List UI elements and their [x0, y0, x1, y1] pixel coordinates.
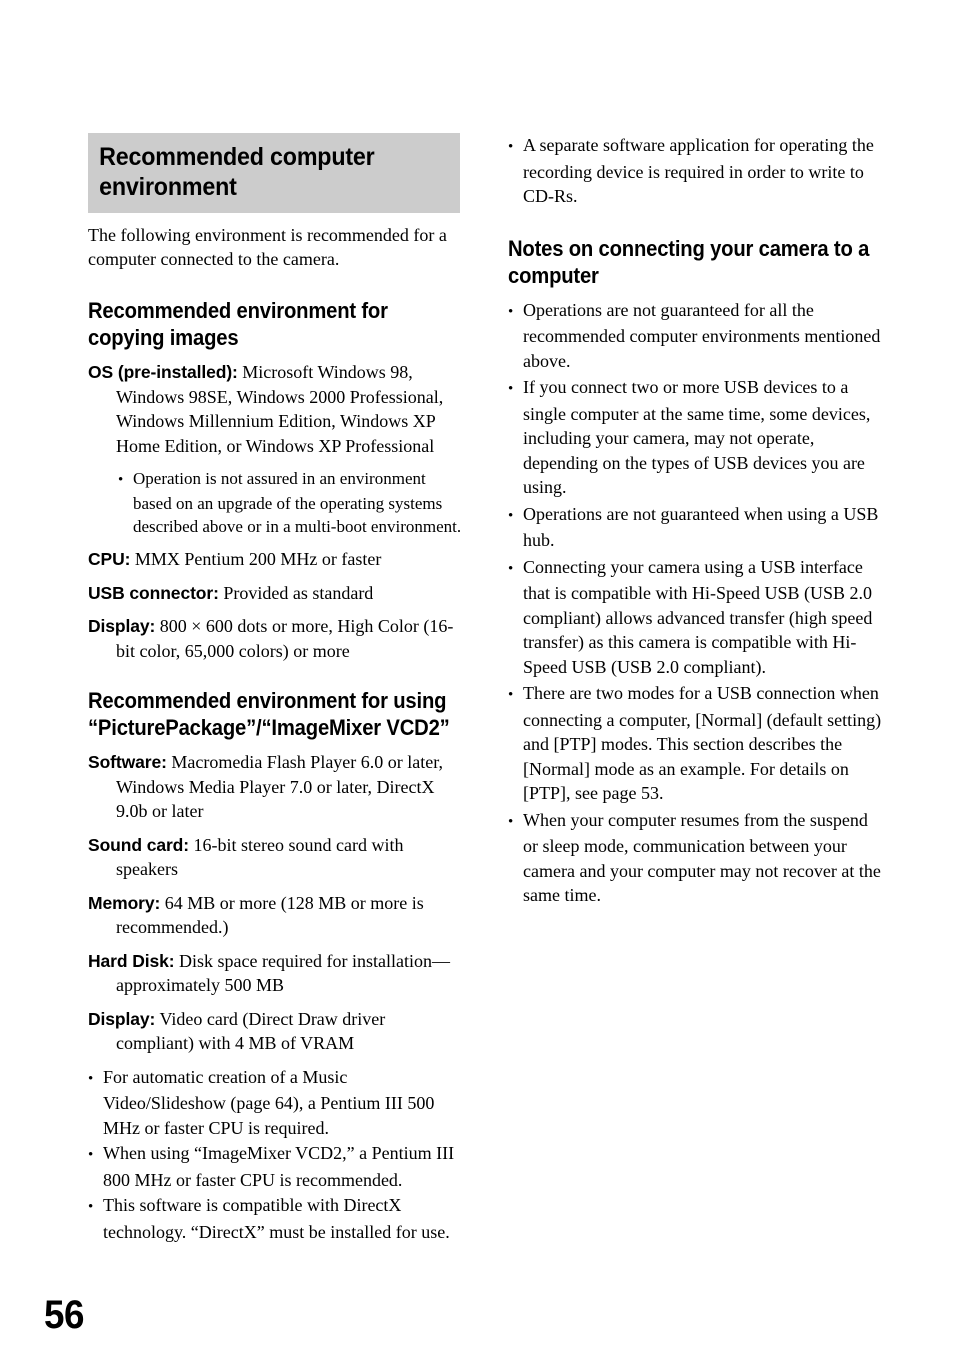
spec-value: 64 MB or more (128 MB or more is recomme…	[116, 892, 424, 938]
software-notes-list: For automatic creation of a Music Video/…	[88, 1065, 463, 1245]
page-title: Recommended computer environment	[88, 133, 460, 213]
spec-entry-hard-disk: Hard Disk: Disk space required for insta…	[88, 949, 463, 998]
right-column: A separate software application for oper…	[508, 133, 883, 910]
spec-term: Memory:	[88, 892, 161, 913]
spec-entry-display-video: Display: Video card (Direct Draw driver …	[88, 1007, 463, 1056]
section-heading-connecting-camera: Notes on connecting your camera to a com…	[508, 235, 870, 288]
list-item: When using “ImageMixer VCD2,” a Pentium …	[88, 1141, 463, 1192]
spec-term: Hard Disk:	[88, 950, 175, 971]
list-item: Operations are not guaranteed when using…	[508, 502, 883, 553]
list-item: There are two modes for a USB connection…	[508, 681, 883, 806]
list-item: A separate software application for oper…	[508, 133, 883, 209]
spec-value: MMX Pentium 200 MHz or faster	[134, 549, 382, 569]
list-item: Operation is not assured in an environme…	[118, 467, 463, 538]
intro-paragraph: The following environment is recommended…	[88, 225, 447, 269]
list-item: Operations are not guaranteed for all th…	[508, 298, 883, 374]
spec-term: OS (pre-installed):	[88, 362, 238, 382]
spec-term: CPU:	[88, 549, 131, 569]
list-item: When your computer resumes from the susp…	[508, 808, 883, 908]
list-item: Connecting your camera using a USB inter…	[508, 555, 883, 680]
page-number: 56	[44, 1293, 85, 1337]
spec-entry-memory: Memory: 64 MB or more (128 MB or more is…	[88, 891, 463, 940]
spec-entry-software: Software: Macromedia Flash Player 6.0 or…	[88, 750, 463, 824]
spec-term: Display:	[88, 616, 156, 636]
spec-term: Display:	[88, 1008, 156, 1029]
spec-term: USB connector:	[88, 582, 219, 603]
list-item: This software is compatible with DirectX…	[88, 1193, 463, 1244]
list-item: If you connect two or more USB devices t…	[508, 375, 883, 500]
spec-value: Provided as standard	[223, 582, 374, 603]
spec-entry-cpu: CPU: MMX Pentium 200 MHz or faster	[88, 547, 463, 572]
spec-entry-sound-card: Sound card: 16-bit stereo sound card wit…	[88, 833, 463, 882]
left-column: Recommended computer environment The fol…	[88, 133, 463, 1245]
list-item: For automatic creation of a Music Video/…	[88, 1065, 463, 1141]
spec-entry-display: Display: 800 × 600 dots or more, High Co…	[88, 614, 463, 663]
cd-r-notes-list: A separate software application for oper…	[508, 133, 883, 209]
spec-entry-os: OS (pre-installed): Microsoft Windows 98…	[88, 360, 463, 458]
manual-page: Recommended computer environment The fol…	[0, 0, 954, 1357]
section-heading-copying-images: Recommended environment for copying imag…	[88, 298, 388, 350]
os-notes-list: Operation is not assured in an environme…	[118, 467, 463, 538]
spec-term: Sound card:	[88, 834, 189, 855]
spec-term: Software:	[88, 752, 167, 772]
connecting-notes-list: Operations are not guaranteed for all th…	[508, 298, 883, 908]
spec-value: 800 × 600 dots or more, High Color (16-b…	[116, 616, 454, 661]
section-heading-picturepackage: Recommended environment for using “Pictu…	[88, 688, 450, 740]
spec-value: Video card (Direct Draw driver compliant…	[116, 1008, 386, 1054]
spec-entry-usb-connector: USB connector: Provided as standard	[88, 581, 463, 606]
